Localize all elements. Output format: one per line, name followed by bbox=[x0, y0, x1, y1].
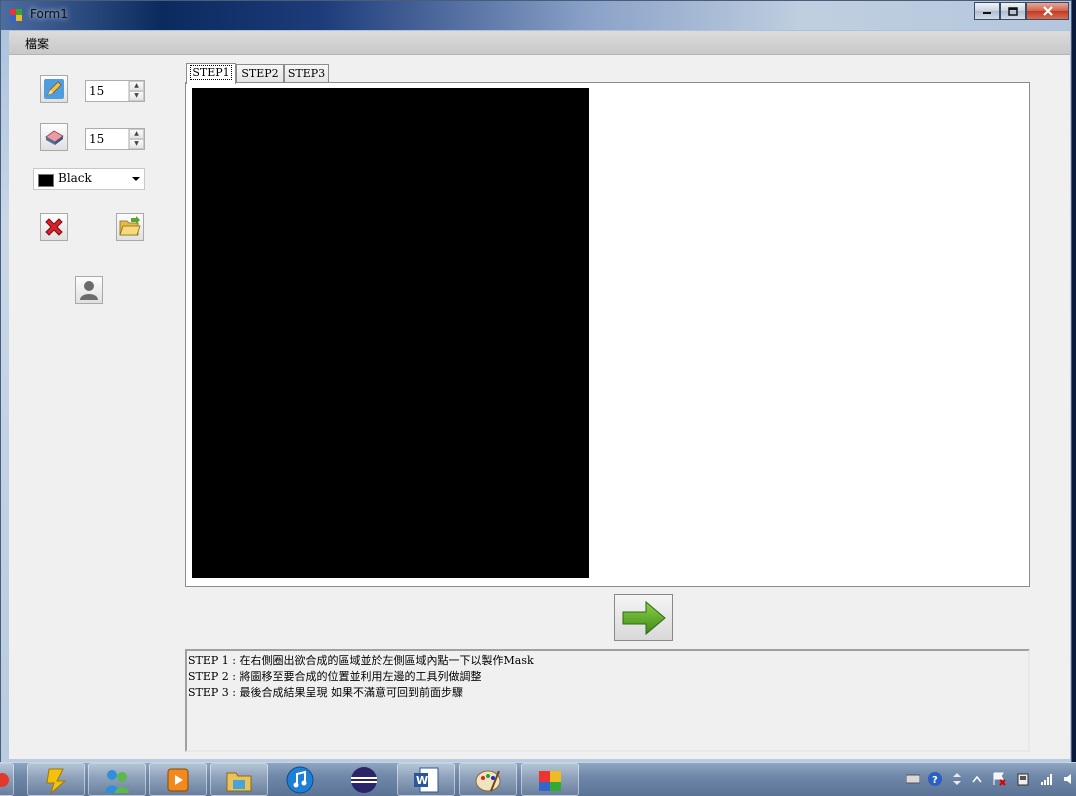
svg-text:W: W bbox=[416, 774, 428, 787]
eraser-size-up[interactable]: ▲ bbox=[129, 129, 144, 139]
taskbar-paint-icon[interactable] bbox=[459, 763, 517, 796]
device-icon[interactable] bbox=[1016, 772, 1030, 786]
title-bar[interactable]: Form1 bbox=[1, 1, 1071, 30]
instruction-step1: STEP 1 : 在右側圈出欲合成的區域並於左側區域內點一下以製作Mask bbox=[188, 654, 534, 667]
eraser-size-down[interactable]: ▼ bbox=[129, 139, 144, 149]
close-button[interactable] bbox=[1026, 2, 1069, 20]
taskbar-explorer-icon[interactable] bbox=[210, 763, 268, 796]
tab-step1[interactable]: STEP1 bbox=[186, 63, 236, 84]
open-folder-button[interactable] bbox=[116, 213, 144, 241]
taskbar-partial-icon[interactable] bbox=[0, 763, 14, 796]
arrow-right-icon bbox=[622, 600, 666, 635]
keyboard-icon[interactable] bbox=[906, 772, 920, 786]
svg-text:?: ? bbox=[932, 775, 938, 786]
app-window: Form1 檔案 15 ▲ ▼ 15 ▲ ▼ Black STEP1 STEP2… bbox=[0, 0, 1072, 763]
client-area: 檔案 15 ▲ ▼ 15 ▲ ▼ Black STEP1 STEP2 STEP3… bbox=[9, 31, 1070, 759]
next-step-button[interactable] bbox=[614, 594, 673, 641]
signal-icon[interactable] bbox=[1040, 772, 1054, 786]
step1-panel bbox=[185, 82, 1030, 587]
menu-file[interactable]: 檔案 bbox=[25, 35, 49, 52]
flag-alert-icon[interactable] bbox=[992, 772, 1006, 786]
taskbar-itunes-icon[interactable] bbox=[271, 763, 329, 796]
pencil-icon bbox=[44, 79, 64, 99]
maximize-button[interactable] bbox=[1000, 2, 1026, 20]
instructions-box: STEP 1 : 在右側圈出欲合成的區域並於左側區域內點一下以製作Mask ST… bbox=[185, 649, 1030, 752]
taskbar-word-icon[interactable]: W bbox=[397, 763, 455, 796]
minimize-button[interactable] bbox=[974, 2, 1000, 20]
taskbar: W ? bbox=[0, 762, 1076, 796]
folder-open-icon bbox=[119, 216, 141, 236]
help-icon[interactable]: ? bbox=[928, 772, 942, 786]
show-hidden-icons[interactable] bbox=[970, 772, 984, 786]
taskbar-app-icon[interactable] bbox=[27, 763, 85, 796]
taskbar-media-player-icon[interactable] bbox=[149, 763, 207, 796]
person-button[interactable] bbox=[75, 276, 103, 304]
taskbar-eclipse-icon[interactable] bbox=[335, 763, 393, 796]
eraser-size-input[interactable]: 15 ▲ ▼ bbox=[85, 128, 145, 150]
tab-step2[interactable]: STEP2 bbox=[236, 64, 284, 83]
pen-tool-button[interactable] bbox=[40, 75, 68, 103]
pen-size-input[interactable]: 15 ▲ ▼ bbox=[85, 80, 145, 102]
color-select[interactable]: Black bbox=[33, 168, 145, 190]
pen-size-down[interactable]: ▼ bbox=[129, 91, 144, 101]
tab-step3[interactable]: STEP3 bbox=[284, 64, 329, 83]
form-icon bbox=[10, 9, 22, 21]
tray-settings-icon[interactable] bbox=[950, 772, 964, 786]
eraser-tool-button[interactable] bbox=[40, 123, 68, 151]
pen-size-up[interactable]: ▲ bbox=[129, 81, 144, 91]
instruction-step2: STEP 2 : 將圖移至要合成的位置並利用左邊的工具列做調整 bbox=[188, 670, 482, 683]
window-title: Form1 bbox=[30, 7, 68, 21]
menu-bar: 檔案 bbox=[9, 31, 1070, 55]
color-swatch bbox=[38, 174, 54, 187]
delete-button[interactable] bbox=[40, 213, 68, 241]
volume-icon[interactable] bbox=[1062, 772, 1076, 786]
taskbar-people-icon[interactable] bbox=[88, 763, 146, 796]
eraser-icon bbox=[45, 130, 64, 145]
chevron-down-icon bbox=[132, 177, 140, 181]
person-icon bbox=[80, 281, 98, 300]
delete-x-icon bbox=[45, 218, 63, 236]
mask-canvas[interactable] bbox=[192, 88, 589, 578]
instruction-step3: STEP 3 : 最後合成結果呈現 如果不滿意可回到前面步驟 bbox=[188, 686, 463, 699]
taskbar-form-app-icon[interactable] bbox=[521, 763, 579, 796]
